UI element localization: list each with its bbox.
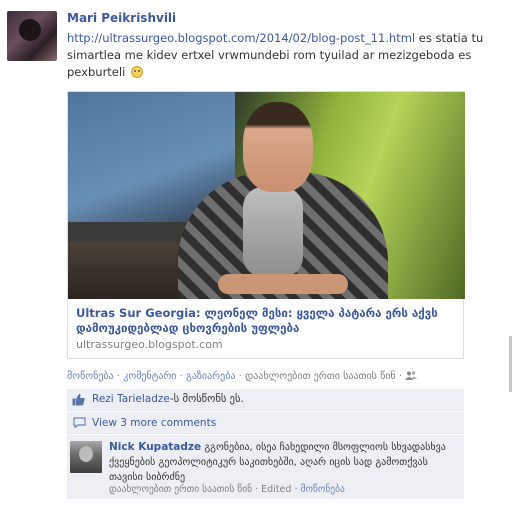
comment-bubble-icon xyxy=(73,417,86,428)
comment: Nick Kupatadze გგონებია, ისეა ჩახედილი მ… xyxy=(67,435,464,499)
post-url-link[interactable]: http://ultrassurgeo.blogspot.com/2014/02… xyxy=(67,31,415,45)
commenter-name[interactable]: Nick Kupatadze xyxy=(109,441,201,453)
share-action[interactable]: გაზიარება xyxy=(186,371,235,382)
scrollbar[interactable] xyxy=(509,336,512,392)
post-timestamp[interactable]: დაახლოებით ერთი საათის წინ xyxy=(245,371,396,382)
comment-edited[interactable]: Edited xyxy=(261,484,291,495)
post-actions: მოწონება · კომენტარი · გაზიარება · დაახლ… xyxy=(67,371,418,382)
thumbs-up-icon xyxy=(72,393,85,406)
post-message: http://ultrassurgeo.blogspot.com/2014/02… xyxy=(67,30,507,81)
comment-timestamp[interactable]: დაახლოებით ერთი საათის წინ xyxy=(109,484,252,495)
view-more-comments[interactable]: View 3 more comments xyxy=(67,412,464,434)
author-avatar[interactable] xyxy=(7,11,57,61)
comment-meta: დაახლოებით ერთი საათის წინ · Edited · მო… xyxy=(109,484,345,495)
friends-privacy-icon[interactable] xyxy=(405,371,418,380)
likes-summary: Rezi Tarieladze-ს მოსწონს ეს. xyxy=(67,389,464,411)
liker-name[interactable]: Rezi Tarieladze xyxy=(92,393,170,405)
like-action[interactable]: მოწონება xyxy=(67,371,114,382)
view-more-comments-label[interactable]: View 3 more comments xyxy=(92,417,216,429)
likes-suffix: -ს მოსწონს ეს. xyxy=(169,393,244,405)
link-preview[interactable]: Ultras Sur Georgia: ლეონელ მესი: ყველა პ… xyxy=(67,91,465,359)
commenter-avatar[interactable] xyxy=(70,441,102,473)
comment-like-action[interactable]: მოწონება xyxy=(301,484,345,495)
comment-action[interactable]: კომენტარი xyxy=(123,371,176,382)
link-preview-title[interactable]: Ultras Sur Georgia: ლეონელ მესი: ყველა პ… xyxy=(76,306,456,336)
link-preview-image[interactable] xyxy=(68,92,465,299)
smiley-emoticon-icon xyxy=(130,66,143,78)
link-preview-info: Ultras Sur Georgia: ლეონელ მესი: ყველა პ… xyxy=(76,306,456,352)
post-author[interactable]: Mari Peikrishvili xyxy=(67,11,176,25)
link-preview-source: ultrassurgeo.blogspot.com xyxy=(76,338,223,351)
